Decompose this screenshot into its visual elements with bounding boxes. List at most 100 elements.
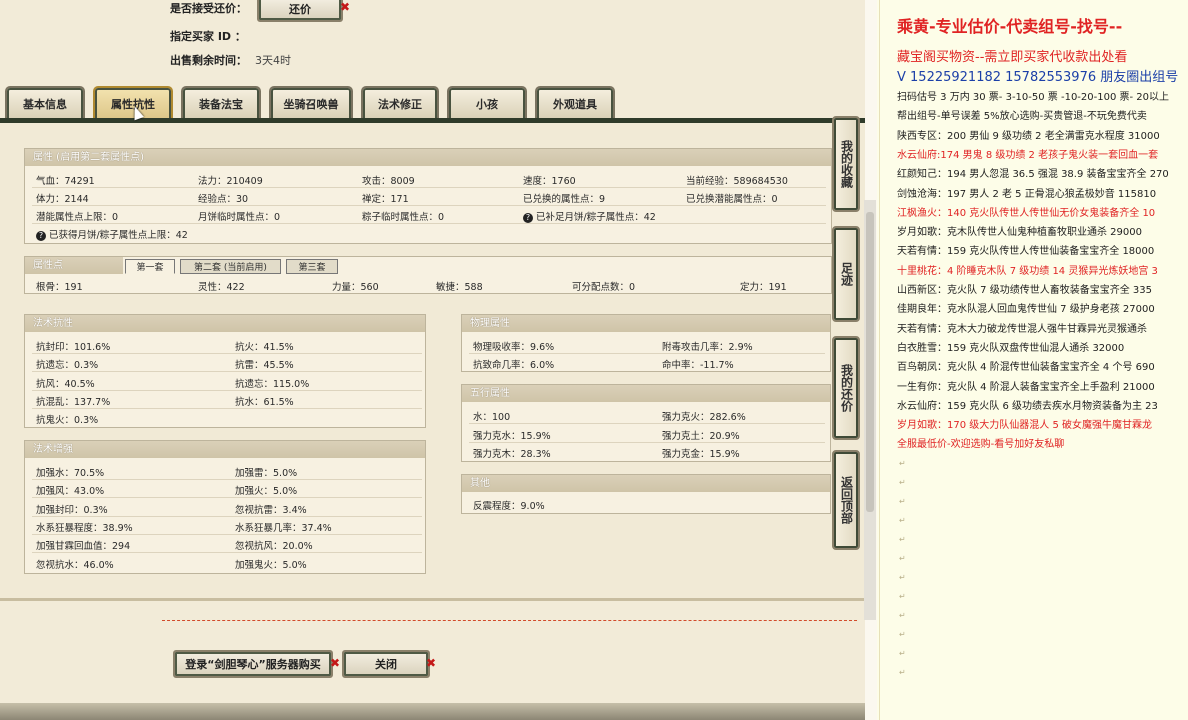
boost-cell: 忽视抗雷：3.4% <box>235 505 307 516</box>
close-x-icon: ✖ <box>330 656 341 670</box>
notepad-line: 一生有你：克火队 4 阶混人装备宝宝齐全上手盈利 21000 <box>897 381 1155 393</box>
notepad-line: 全服最低价-欢迎选购-看号加好友私聊 <box>897 439 1065 451</box>
points-title: 属性点 <box>25 257 123 274</box>
time-left-label: 出售剩余时间： <box>170 54 247 67</box>
paragraph-mark-icon: ↵ <box>899 553 906 563</box>
point-cell: 敏捷：588 <box>436 282 483 293</box>
divider <box>32 187 826 188</box>
my-counter-offers-button[interactable]: 我的还价 <box>832 336 860 440</box>
boost-cell: 加强封印：0.3% <box>36 505 108 516</box>
attr-cell: 攻击：8009 <box>362 176 415 187</box>
side-label: 足迹 <box>839 262 854 286</box>
notepad-margin <box>879 0 880 720</box>
footprints-button[interactable]: 足迹 <box>832 226 860 322</box>
element-cell: 强力克木：28.3% <box>473 449 551 460</box>
boost-cell: 加强火：5.0% <box>235 486 298 497</box>
attr-cell: 已兑换的属性点：9 <box>523 194 606 205</box>
buyer-id-label: 指定买家 ID ： <box>170 30 246 43</box>
element-cell: 强力克火：282.6% <box>662 412 746 423</box>
boost-cell: 加强雷：5.0% <box>235 468 298 479</box>
element-cell: 强力克水：15.9% <box>473 431 551 442</box>
tab-equipment[interactable]: 装备法宝 <box>181 86 261 120</box>
login-buy-button[interactable]: 登录“剑胆琴心”服务器购买 <box>173 650 333 678</box>
attr-cell: 潜能属性点上限：0 <box>36 212 119 223</box>
notepad-line: 帮出组号-单号误差 5%放心选购-买贵管退-不玩免费代卖 <box>897 111 1147 123</box>
close-x-icon: ✖ <box>340 0 351 14</box>
my-favorites-button[interactable]: 我的收藏 <box>832 116 860 212</box>
resist-cell: 抗遗忘：0.3% <box>36 360 99 371</box>
paragraph-mark-icon: ↵ <box>899 458 906 468</box>
tab-basic-info[interactable]: 基本信息 <box>5 86 85 120</box>
paragraph-mark-icon: ↵ <box>899 534 906 544</box>
magic-boost-title: 法术增强 <box>25 441 425 458</box>
subtab-set-2[interactable]: 第二套 (当前启用) <box>180 259 281 274</box>
paragraph-mark-icon: ↵ <box>899 496 906 506</box>
notepad-line: 水云仙府：159 克火队 6 级功绩去疾水月物资装备为主 23 <box>897 400 1158 412</box>
notepad-line: 水云仙府:174 男鬼 8 级功绩 2 老孩子鬼火装一套回血一套 <box>897 149 1159 161</box>
paragraph-mark-icon: ↵ <box>899 667 906 677</box>
resist-cell: 抗鬼火：0.3% <box>36 415 99 426</box>
divider <box>32 408 422 409</box>
notepad-line: 藏宝阁买物资--需立即买家代收款出处看 <box>897 50 1128 65</box>
point-cell: 力量：560 <box>332 282 379 293</box>
question-icon[interactable]: ? <box>523 213 533 223</box>
subtab-set-3[interactable]: 第三套 <box>286 259 338 274</box>
subtab-set-1[interactable]: 第一套 <box>125 259 175 274</box>
question-icon[interactable]: ? <box>36 231 46 241</box>
tab-mounts-pets[interactable]: 坐骑召唤兽 <box>269 86 353 120</box>
tab-children[interactable]: 小孩 <box>447 86 527 120</box>
notepad-line: 十里桃花：4 阶睡克木队 7 级功绩 14 灵猴异光炼妖地宫 3 <box>897 265 1158 277</box>
time-left-value: 3天4时 <box>255 54 291 67</box>
boost-cell: 忽视抗风：20.0% <box>235 541 313 552</box>
tab-spell-mods[interactable]: 法术修正 <box>361 86 439 120</box>
resist-cell: 抗混乱：137.7% <box>36 397 111 408</box>
close-button[interactable]: 关闭 <box>342 650 430 678</box>
divider <box>32 353 422 354</box>
notepad-line: V 15225921182 15782553976 朋友圈出组号 <box>897 70 1179 85</box>
trade-window: 是否接受还价： 还价 ✖ 指定买家 ID ： 出售剩余时间： 3天4时 基本信息 … <box>0 0 865 720</box>
divider <box>469 423 825 424</box>
bottom-border <box>0 703 865 720</box>
other-cell: 反震程度：9.0% <box>473 501 545 512</box>
notepad-line: 百鸟朝凤：克火队 4 阶混传世仙装备宝宝齐全 4 个号 690 <box>897 362 1155 374</box>
close-x-icon: ✖ <box>426 656 437 670</box>
attr-cell: 粽子临时属性点：0 <box>362 212 445 223</box>
five-elements-title: 五行属性 <box>462 385 830 402</box>
divider <box>32 552 422 553</box>
side-label: 我的还价 <box>839 364 854 412</box>
notepad-line: 岁月如歌：克木队传世人仙鬼种植畜牧职业通杀 29000 <box>897 227 1142 239</box>
counter-offer-button[interactable]: 还价 <box>257 0 343 22</box>
attr-cell: ? 已补足月饼/粽子属性点：42 <box>523 209 656 223</box>
physical-cell: 命中率：-11.7% <box>662 360 734 371</box>
dashed-divider <box>162 620 857 621</box>
back-to-top-button[interactable]: 返回顶部 <box>832 450 860 550</box>
element-cell: 强力克金：15.9% <box>662 449 740 460</box>
divider <box>32 390 422 391</box>
attr-cell: 当前经验：589684530 <box>686 176 788 187</box>
time-left-row: 出售剩余时间： 3天4时 <box>170 52 291 68</box>
divider <box>32 516 422 517</box>
tab-appearance[interactable]: 外观道具 <box>535 86 615 120</box>
point-cell: 根骨：191 <box>36 282 83 293</box>
paragraph-mark-icon: ↵ <box>899 477 906 487</box>
notepad-line: 白衣胜雪：159 克火队双盘传世仙混人通杀 32000 <box>897 342 1125 354</box>
element-cell: 水：100 <box>473 412 511 423</box>
boost-cell: 水系狂暴几率：37.4% <box>235 523 332 534</box>
side-label: 我的收藏 <box>839 140 854 188</box>
attr-footnote: ? 已获得月饼/粽子属性点上限：42 <box>36 227 188 241</box>
notepad-line: 扫码估号 3 万内 30 票- 3-10-50 票 -10-20-100 票- … <box>897 92 1170 103</box>
paragraph-mark-icon: ↵ <box>899 572 906 582</box>
physical-cell: 物理吸收率：9.6% <box>473 342 555 353</box>
paragraph-mark-icon: ↵ <box>899 610 906 620</box>
attr-cell: 经验点：30 <box>198 194 249 205</box>
notepad-line: 岁月如歌：170 级大力队仙器混人 5 破女魔强牛魔甘霖龙 <box>897 420 1152 432</box>
footnote-text: 已获得月饼/粽子属性点上限：42 <box>49 230 188 241</box>
physical-cell: 附毒攻击几率：2.9% <box>662 342 753 353</box>
notepad-line: 江枫渔火：140 克火队传世人传世仙无价女鬼装备齐全 10 <box>897 207 1156 219</box>
attr-cell: 体力：2144 <box>36 194 89 205</box>
notepad-line: 天若有情：克木大力破龙传世混人强牛甘霖异光灵猴通杀 <box>897 323 1147 335</box>
physical-cell: 抗致命几率：6.0% <box>473 360 555 371</box>
notepad-line: 红颜知己：194 男人忽混 36.5 强混 38.9 装备宝宝齐全 270 <box>897 169 1169 181</box>
boost-cell: 加强甘霖回血值：294 <box>36 541 131 552</box>
scrollbar-thumb[interactable] <box>866 212 874 512</box>
